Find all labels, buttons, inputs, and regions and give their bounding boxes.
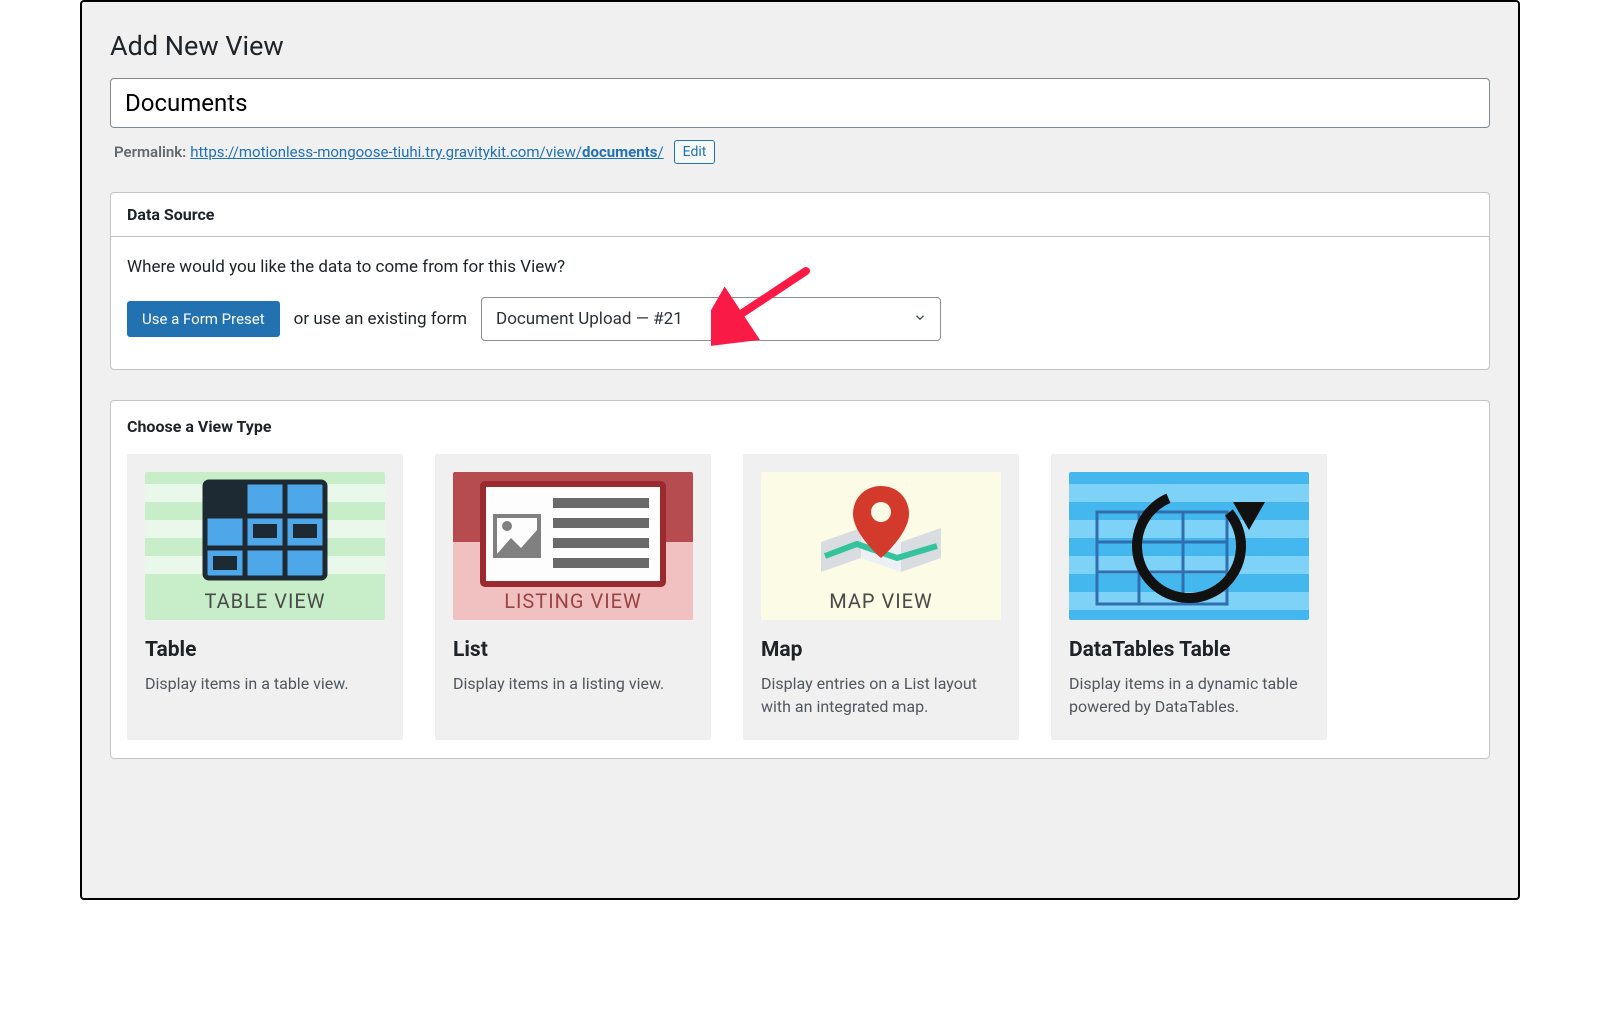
list-thumb: LISTING VIEW bbox=[453, 472, 693, 620]
view-type-heading: Choose a View Type bbox=[127, 417, 1473, 436]
view-type-panel: Choose a View Type bbox=[110, 400, 1490, 759]
form-select-wrap: Document Upload — #21 bbox=[481, 297, 941, 341]
svg-text:MAP VIEW: MAP VIEW bbox=[829, 589, 933, 613]
view-type-header: Choose a View Type bbox=[111, 401, 1489, 436]
table-thumb: TABLE VIEW bbox=[145, 472, 385, 620]
permalink-label: Permalink: bbox=[114, 143, 186, 161]
data-source-header: Data Source bbox=[111, 193, 1489, 237]
datatables-thumb bbox=[1069, 472, 1309, 620]
svg-text:LISTING VIEW: LISTING VIEW bbox=[504, 589, 642, 613]
svg-text:TABLE VIEW: TABLE VIEW bbox=[204, 589, 325, 613]
data-source-heading: Data Source bbox=[127, 205, 1473, 224]
data-source-prompt: Where would you like the data to come fr… bbox=[127, 257, 1473, 277]
view-type-option-table[interactable]: TABLE VIEW Table Display items in a tabl… bbox=[127, 454, 403, 740]
page-body: Add New View Permalink: https://motionle… bbox=[80, 0, 1520, 900]
view-type-desc: Display items in a listing view. bbox=[453, 672, 693, 695]
view-type-title: List bbox=[453, 638, 693, 662]
view-type-desc: Display items in a table view. bbox=[145, 672, 385, 695]
view-type-option-map[interactable]: MAP VIEW Map Display entries on a List l… bbox=[743, 454, 1019, 740]
permalink-link[interactable]: https://motionless-mongoose-tiuhi.try.gr… bbox=[190, 143, 663, 161]
existing-form-select[interactable]: Document Upload — #21 bbox=[481, 297, 941, 341]
data-source-panel: Data Source Where would you like the dat… bbox=[110, 192, 1490, 370]
permalink-row: Permalink: https://motionless-mongoose-t… bbox=[110, 134, 1490, 170]
view-type-desc: Display entries on a List layout with an… bbox=[761, 672, 1001, 718]
use-form-preset-button[interactable]: Use a Form Preset bbox=[127, 301, 280, 337]
page-title: Add New View bbox=[110, 30, 1490, 62]
view-type-option-list[interactable]: LISTING VIEW List Display items in a lis… bbox=[435, 454, 711, 740]
view-type-option-datatables[interactable]: DataTables Table Display items in a dyna… bbox=[1051, 454, 1327, 740]
view-type-title: Table bbox=[145, 638, 385, 662]
permalink-edit-button[interactable]: Edit bbox=[674, 140, 716, 164]
map-thumb: MAP VIEW bbox=[761, 472, 1001, 620]
view-type-title: Map bbox=[761, 638, 1001, 662]
view-title-input[interactable] bbox=[110, 78, 1490, 128]
view-type-desc: Display items in a dynamic table powered… bbox=[1069, 672, 1309, 718]
view-type-title: DataTables Table bbox=[1069, 638, 1309, 662]
or-text: or use an existing form bbox=[294, 309, 467, 329]
